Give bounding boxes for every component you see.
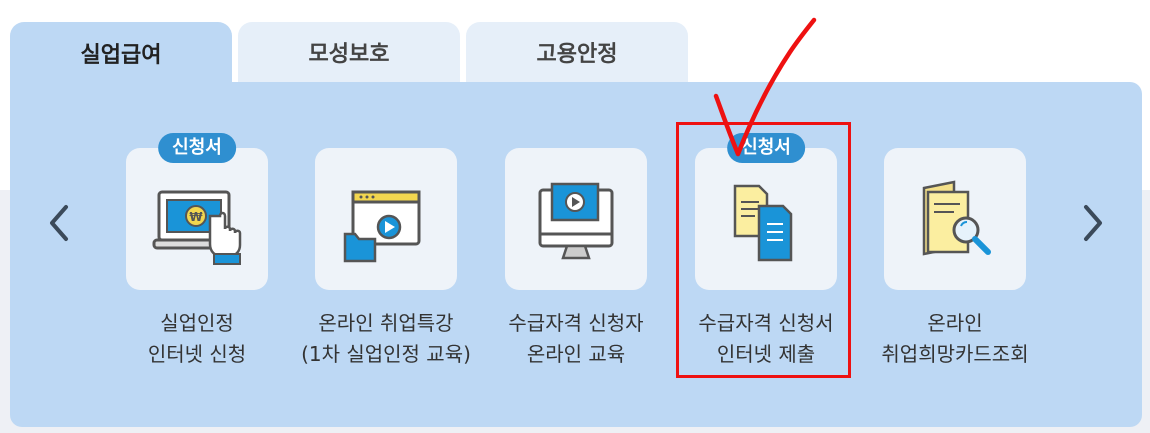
tab-maternity-protection[interactable]: 모성보호 [238,22,460,82]
video-folder-icon [343,190,421,263]
svg-text:₩: ₩ [189,210,203,224]
chevron-right-icon [1084,205,1102,241]
chevron-left-icon [50,205,68,241]
card-online-job-lecture[interactable] [315,148,457,290]
tab-unemployment-benefits[interactable]: 실업급여 [10,22,232,84]
next-button[interactable] [1076,200,1112,246]
card-label: 실업인정 인터넷 신청 [147,311,247,366]
card-job-hope-card-lookup[interactable] [884,148,1026,290]
document-search-icon [922,180,991,256]
card-label: 온라인 취업특강 (1차 실업인정 교육) [301,311,471,366]
application-badge: 신청서 [158,133,236,163]
highlight-box [676,122,851,378]
prev-button[interactable] [40,200,76,246]
monitor-play-icon [538,182,614,260]
card-label: 수급자격 신청자 온라인 교육 [508,311,644,366]
tab-employment-stability[interactable]: 고용안정 [466,22,688,82]
card-label: 온라인 취업희망카드조회 [881,311,1029,366]
card-unemployment-certification[interactable]: ₩ [126,148,268,290]
card-applicant-online-education[interactable] [505,148,647,290]
laptop-payment-icon: ₩ [152,190,242,265]
